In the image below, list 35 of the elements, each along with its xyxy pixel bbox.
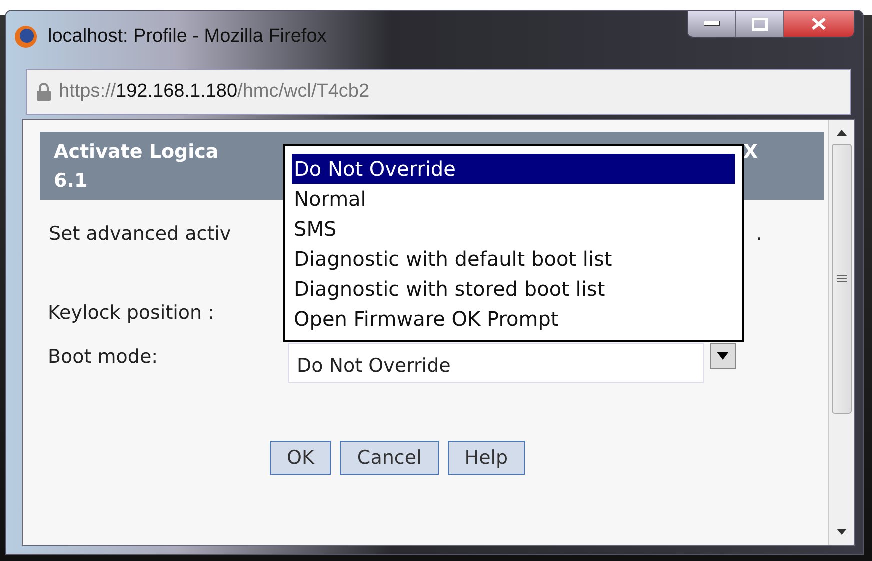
url-text: https://192.168.1.180/hmc/wcl/T4cb2 (59, 80, 370, 104)
grip-icon (836, 275, 846, 283)
description-text: Set advanced activ (49, 222, 232, 247)
caret-icon (717, 352, 729, 360)
lock-icon (37, 83, 51, 101)
select-field[interactable]: Do Not Override (288, 342, 704, 382)
minimize-icon (704, 21, 720, 27)
browser-logo-icon (14, 25, 38, 49)
header-text: X (743, 140, 758, 165)
field-label: Keylock position : (48, 302, 215, 324)
header-text: 6.1 (54, 170, 88, 192)
scrollbar[interactable] (828, 120, 854, 545)
close-icon (811, 17, 827, 31)
scrollbar-thumb[interactable] (832, 144, 852, 414)
minimize-button[interactable] (688, 11, 736, 37)
dropdown-option[interactable]: Diagnostic with stored boot list (292, 274, 735, 304)
dropdown-option[interactable]: Do Not Override (292, 154, 735, 184)
dialog-button[interactable]: Help (448, 440, 526, 475)
address-bar[interactable]: https://192.168.1.180/hmc/wcl/T4cb2 (26, 69, 851, 115)
dialog-button[interactable]: OK (270, 440, 332, 475)
dropdown-option[interactable]: Diagnostic with default boot list (292, 244, 735, 274)
maximize-button[interactable] (736, 11, 784, 37)
close-button[interactable] (784, 11, 854, 37)
scroll-up-icon (836, 130, 846, 136)
dropdown-option[interactable]: Normal (292, 184, 735, 214)
window-title: localhost: Profile - Mozilla Firefox (48, 24, 327, 49)
header-text: Activate Logica (54, 140, 219, 165)
dialog-button[interactable]: Cancel (340, 440, 439, 475)
dropdown-button[interactable] (710, 342, 736, 368)
description-text: . (756, 222, 762, 247)
maximize-icon (752, 18, 768, 30)
field-label: Boot mode: (48, 346, 158, 368)
scroll-down-icon (836, 529, 846, 535)
dropdown-option[interactable]: SMS (292, 214, 735, 244)
dropdown-option[interactable]: Open Firmware OK Prompt (292, 304, 735, 334)
